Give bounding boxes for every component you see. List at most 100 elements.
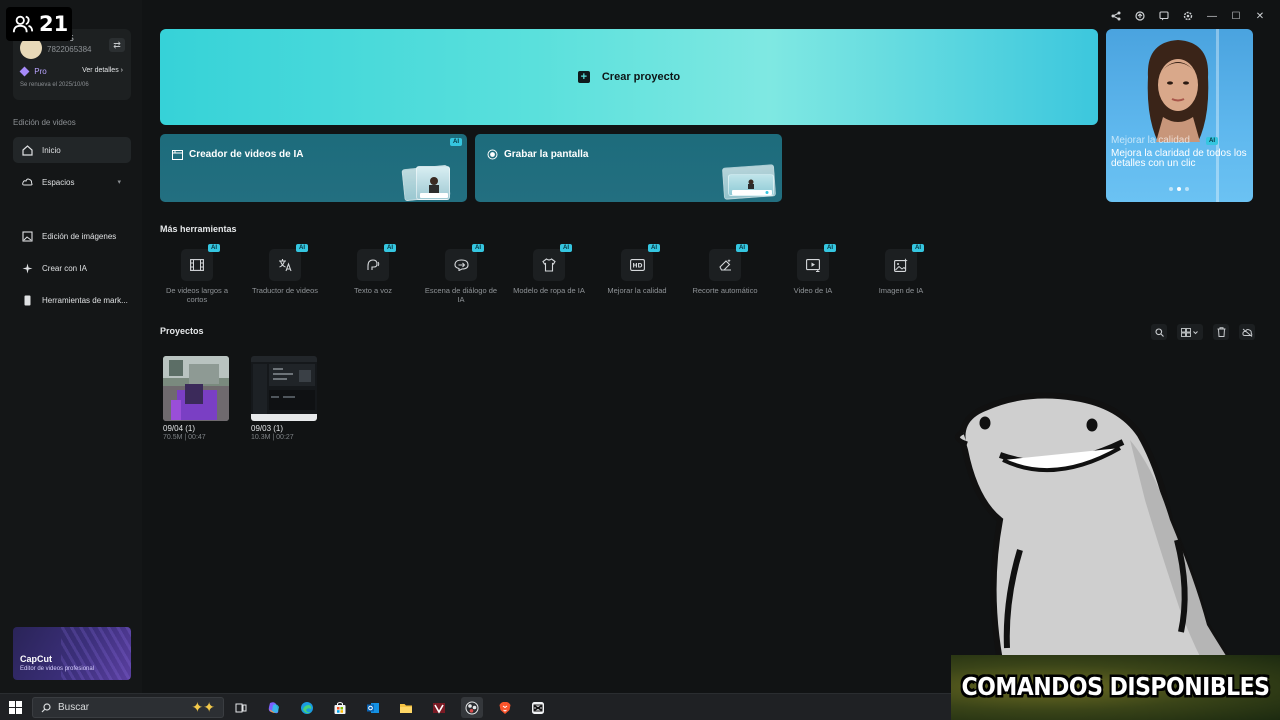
promo-title: CapCut bbox=[20, 654, 52, 664]
capcut-icon[interactable] bbox=[527, 697, 549, 718]
project-thumbnail[interactable] bbox=[163, 356, 229, 421]
sidebar-item-label: Espacios bbox=[42, 177, 75, 187]
quality-promo-card[interactable]: Mejorar la calidad AI Mejora la claridad… bbox=[1106, 29, 1253, 202]
image-sparkle-icon bbox=[894, 258, 908, 272]
tool-label: Escena de diálogo de IA bbox=[424, 286, 498, 304]
details-link[interactable]: Ver detalles › bbox=[82, 67, 123, 74]
settings-icon[interactable] bbox=[1182, 10, 1194, 22]
project-toolbar bbox=[1151, 324, 1255, 340]
trash-icon[interactable] bbox=[1213, 324, 1229, 340]
project-card[interactable]: 09/03 (1) 10.3M | 00:27 bbox=[251, 356, 317, 441]
tool-label: De videos largos a cortos bbox=[165, 286, 229, 304]
taskbar-search[interactable]: Buscar ✦✦ bbox=[32, 697, 224, 718]
account-id: 7822065384 bbox=[47, 45, 92, 54]
ai-badge: AI bbox=[208, 244, 220, 252]
tool-dialog-scene[interactable]: AI Escena de diálogo de IA bbox=[422, 244, 500, 304]
hd-icon: HD bbox=[629, 259, 645, 271]
copilot-sparkle-icon: ✦✦ bbox=[191, 699, 215, 715]
plan-badge: Pro bbox=[19, 66, 47, 77]
sidebar-item-label: Herramientas de mark... bbox=[42, 295, 128, 305]
tool-icon-box: HD AI bbox=[621, 244, 660, 281]
obs-icon[interactable] bbox=[461, 697, 483, 718]
edge-icon[interactable] bbox=[296, 697, 318, 718]
tool-label: Video de IA bbox=[793, 286, 833, 295]
tool-ai-video[interactable]: AI Video de IA bbox=[774, 244, 852, 295]
commands-banner: COMANDOS DISPONIBLES bbox=[951, 655, 1280, 720]
sidebar-item-marketing[interactable]: Herramientas de mark... bbox=[13, 287, 131, 313]
viewer-count: 21 bbox=[39, 12, 69, 36]
ai-badge: AI bbox=[560, 244, 572, 252]
tool-ai-image[interactable]: AI Imagen de IA bbox=[862, 244, 940, 295]
sidebar-item-crear-ia[interactable]: Crear con IA bbox=[13, 255, 131, 281]
carousel-dot[interactable] bbox=[1177, 187, 1181, 191]
create-project-label: Crear proyecto bbox=[601, 71, 681, 83]
tool-icon-box: AI bbox=[181, 244, 220, 281]
search-icon[interactable] bbox=[1151, 324, 1167, 340]
svg-text:HD: HD bbox=[632, 262, 642, 269]
card-label: Creador de videos de IA bbox=[189, 149, 304, 160]
renewal-text: Se renueva el 2025/10/06 bbox=[20, 82, 89, 88]
carousel-dots[interactable] bbox=[1169, 187, 1189, 191]
tool-video-translator[interactable]: AI Traductor de videos bbox=[246, 244, 324, 295]
image-icon bbox=[21, 230, 33, 242]
share-icon[interactable] bbox=[1110, 10, 1122, 22]
project-name: 09/03 (1) bbox=[251, 424, 284, 433]
gem-icon bbox=[19, 66, 30, 77]
maximize-icon[interactable]: ☐ bbox=[1230, 10, 1242, 22]
film-icon bbox=[190, 259, 204, 271]
tool-improve-quality[interactable]: HD AI Mejorar la calidad bbox=[598, 244, 676, 295]
feedback-icon[interactable] bbox=[1158, 10, 1170, 22]
sidebar-item-inicio[interactable]: Inicio bbox=[13, 137, 131, 163]
chevron-down-icon[interactable]: ▾ bbox=[117, 178, 121, 186]
sidebar-item-espacios[interactable]: Espacios ▾ bbox=[13, 169, 131, 195]
screen-record-card[interactable]: Grabar la pantalla bbox=[475, 134, 782, 202]
brave-icon[interactable] bbox=[494, 697, 516, 718]
tool-icon-box: AI bbox=[797, 244, 836, 281]
app-icon-v[interactable] bbox=[428, 697, 450, 718]
tool-icon-box: AI bbox=[269, 244, 308, 281]
shirt-icon bbox=[542, 258, 556, 272]
task-view-icon[interactable] bbox=[230, 697, 252, 718]
switch-account-icon[interactable]: ⇄ bbox=[109, 38, 125, 52]
record-icon bbox=[487, 149, 498, 160]
create-project-button[interactable]: + Crear proyecto bbox=[160, 29, 1098, 125]
ai-video-creator-card[interactable]: Creador de videos de IA AI bbox=[160, 134, 467, 202]
tool-text-to-speech[interactable]: AI Texto a voz bbox=[334, 244, 412, 295]
tool-auto-cutout[interactable]: AI Recorte automático bbox=[686, 244, 764, 295]
plan-label: Pro bbox=[34, 67, 47, 76]
file-explorer-icon[interactable] bbox=[395, 697, 417, 718]
windows-taskbar: Buscar ✦✦ bbox=[0, 693, 951, 720]
eraser-icon bbox=[719, 259, 731, 271]
capcut-promo-banner[interactable]: CapCut Editor de videos profesional bbox=[13, 627, 131, 680]
translate-icon bbox=[279, 259, 292, 272]
sidebar-item-label: Edición de imágenes bbox=[42, 231, 117, 241]
cloud-off-icon[interactable] bbox=[1239, 324, 1255, 340]
windows-start-icon[interactable] bbox=[9, 701, 22, 714]
ai-badge: AI bbox=[648, 244, 660, 252]
compare-slider-line bbox=[1216, 29, 1219, 202]
tool-icon-box: AI bbox=[445, 244, 484, 281]
tool-label: Traductor de videos bbox=[251, 286, 318, 295]
outlook-icon[interactable] bbox=[362, 697, 384, 718]
view-toggle-icon[interactable] bbox=[1177, 324, 1203, 340]
upload-icon[interactable] bbox=[1134, 10, 1146, 22]
tool-long-to-short[interactable]: AI De videos largos a cortos bbox=[158, 244, 236, 304]
ai-badge: AI bbox=[384, 244, 396, 252]
tool-clothing-model[interactable]: AI Modelo de ropa de IA bbox=[510, 244, 588, 295]
copilot-icon[interactable] bbox=[263, 697, 285, 718]
carousel-dot[interactable] bbox=[1185, 187, 1189, 191]
project-card[interactable]: 09/04 (1) 70.5M | 00:47 bbox=[163, 356, 229, 441]
section-label: Edición de videos bbox=[13, 118, 76, 127]
taskbar-apps bbox=[230, 697, 549, 718]
sidebar-item-label: Crear con IA bbox=[42, 263, 87, 273]
carousel-dot[interactable] bbox=[1169, 187, 1173, 191]
store-icon[interactable] bbox=[329, 697, 351, 718]
close-icon[interactable]: ✕ bbox=[1254, 10, 1266, 22]
project-thumbnail[interactable] bbox=[251, 356, 317, 421]
minimize-icon[interactable]: — bbox=[1206, 10, 1218, 22]
promo-text: Mejora la claridad de todos los detalles… bbox=[1111, 148, 1247, 169]
sidebar-item-edicion-imagenes[interactable]: Edición de imágenes bbox=[13, 223, 131, 249]
promo-subtitle: Editor de videos profesional bbox=[20, 666, 95, 672]
portrait-illustration bbox=[1147, 40, 1209, 142]
video-creator-icon bbox=[172, 149, 183, 160]
